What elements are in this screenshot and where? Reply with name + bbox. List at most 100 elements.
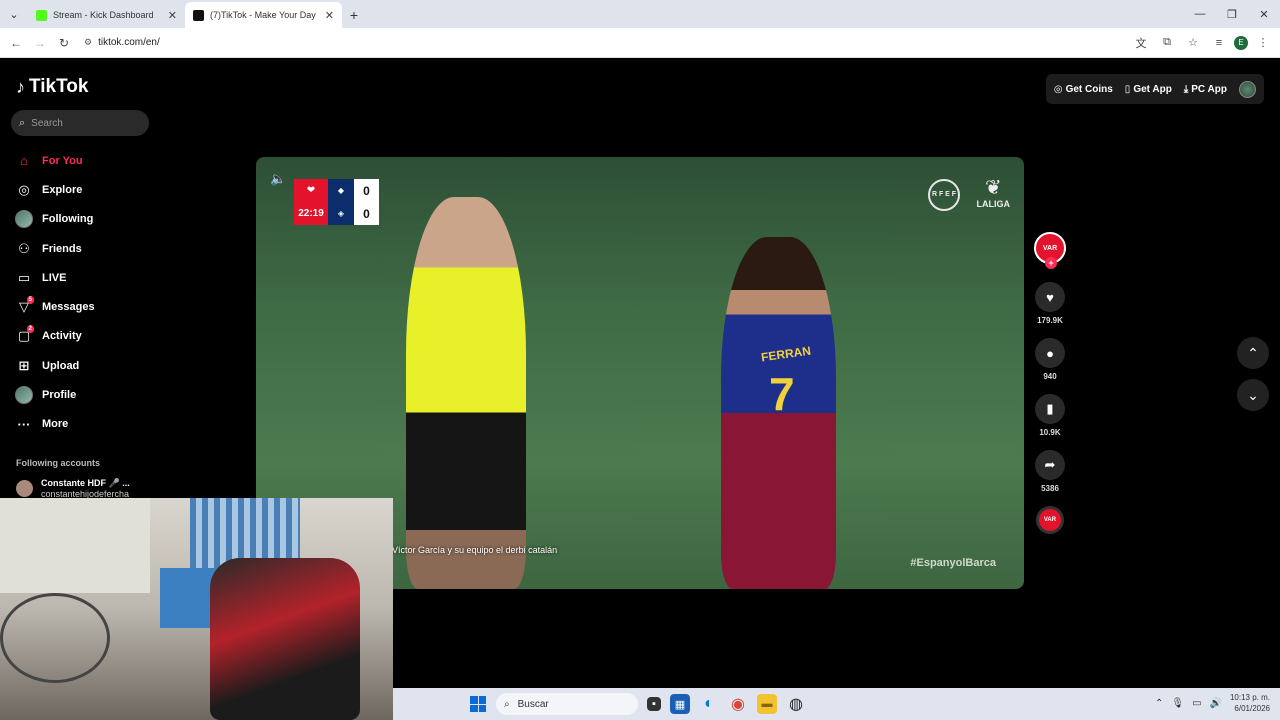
sidebar-item-profile[interactable]: Profile bbox=[14, 380, 154, 409]
comment-count: 940 bbox=[1043, 372, 1057, 381]
heart-icon: ♥ bbox=[1046, 289, 1054, 305]
windows-start-icon[interactable] bbox=[470, 696, 486, 712]
sidebar-item-more[interactable]: ··· More bbox=[14, 410, 154, 439]
sidebar-item-upload[interactable]: ⊞ Upload bbox=[14, 351, 154, 380]
share-button[interactable]: ➦ bbox=[1035, 450, 1065, 480]
chrome-icon[interactable]: ◉ bbox=[728, 694, 748, 714]
creator-avatar[interactable]: VAR + bbox=[1034, 232, 1066, 269]
back-arrow-icon[interactable]: ← bbox=[4, 31, 28, 55]
taskbar-search-label: Buscar bbox=[517, 698, 549, 710]
profile-avatar-small bbox=[15, 386, 33, 405]
home-icon: ⌂ bbox=[20, 153, 28, 169]
new-tab-plus-icon[interactable]: + bbox=[342, 2, 366, 28]
bookmark-icon: ▮ bbox=[1046, 401, 1054, 416]
follow-plus-icon[interactable]: + bbox=[1045, 257, 1057, 269]
scoreboard: ❤ ◆ 0 22:19 ◈ 0 bbox=[294, 179, 379, 225]
close-tab-icon[interactable]: ✕ bbox=[168, 9, 177, 22]
search-box[interactable]: ⌕ bbox=[11, 110, 149, 136]
comment-button[interactable]: ● bbox=[1035, 338, 1065, 368]
friends-icon: ⚇ bbox=[18, 240, 30, 256]
activity-badge: 2 bbox=[26, 325, 34, 334]
sidebar-item-label: For You bbox=[42, 154, 83, 167]
profile-icon bbox=[14, 385, 34, 405]
download-icon: ⤓ bbox=[1183, 83, 1189, 95]
task-view-icon[interactable]: ▪ bbox=[647, 697, 661, 711]
sidebar-item-explore[interactable]: ◎ Explore bbox=[14, 175, 154, 204]
system-tray: ⌃ 🎙 ▭ 🔊 10:13 p. m. 6/01/2026 bbox=[1155, 692, 1270, 714]
sidebar-item-activity[interactable]: ▢ 2 Activity bbox=[14, 322, 154, 351]
clock-time: 10:13 p. m. bbox=[1229, 693, 1270, 702]
file-explorer-icon[interactable]: ▬ bbox=[757, 694, 777, 714]
tab-search-chevron-icon[interactable]: ⌄ bbox=[0, 0, 28, 28]
laliga-badge-icon: ❤ bbox=[294, 179, 328, 202]
sidebar-item-messages[interactable]: ▽ 5 Messages bbox=[14, 292, 154, 321]
account-name: Constante HDF 🎤 ... bbox=[41, 478, 130, 488]
edge-icon[interactable]: ◐ bbox=[699, 694, 719, 714]
sidebar-item-friends[interactable]: ⚇ Friends bbox=[14, 234, 154, 263]
following-account-item[interactable]: Constante HDF 🎤 ... constantehijodeferch… bbox=[16, 478, 130, 499]
like-button[interactable]: ♥ bbox=[1035, 282, 1065, 312]
tiktok-logo[interactable]: ♪ TikTok bbox=[16, 76, 88, 98]
sidebar-item-for-you[interactable]: ⌂ For You bbox=[14, 146, 154, 175]
previous-video-button[interactable]: ⌃ bbox=[1237, 337, 1269, 369]
clock-date: 6/01/2026 bbox=[1234, 704, 1270, 713]
save-button[interactable]: ▮ bbox=[1035, 394, 1065, 424]
avatar-icon bbox=[14, 209, 34, 229]
forward-arrow-icon[interactable]: → bbox=[28, 31, 52, 55]
tiktok-favicon-icon bbox=[193, 9, 204, 21]
laliga-text: LALIGA bbox=[976, 199, 1011, 209]
microphone-icon[interactable]: 🎙 bbox=[1171, 698, 1184, 709]
taskbar-search[interactable]: ⌕ Buscar bbox=[496, 693, 638, 715]
get-coins-button[interactable]: ◎ Get Coins bbox=[1054, 84, 1113, 95]
volume-icon[interactable]: 🔈 bbox=[270, 171, 286, 187]
speaker-icon[interactable]: 🔊 bbox=[1210, 698, 1222, 709]
profile-avatar[interactable]: E bbox=[1234, 35, 1248, 50]
windows-taskbar: ⌕ Buscar ▪ ▦ ◐ ◉ ▬ ◍ ⌃ 🎙 ▭ 🔊 10:13 p. m.… bbox=[393, 688, 1280, 720]
translate-icon[interactable]: 文 bbox=[1130, 32, 1152, 54]
store-icon[interactable]: ▦ bbox=[670, 694, 690, 714]
sidebar-item-following[interactable]: Following bbox=[14, 205, 154, 234]
sidebar-item-live[interactable]: ▭ LIVE bbox=[14, 263, 154, 292]
following-accounts-header: Following accounts bbox=[16, 458, 101, 468]
bookmark-star-icon[interactable]: ☆ bbox=[1182, 32, 1204, 54]
tab-tiktok[interactable]: (7)TikTok - Make Your Day ✕ bbox=[185, 2, 342, 28]
pc-app-label: PC App bbox=[1191, 83, 1227, 95]
system-clock[interactable]: 10:13 p. m. 6/01/2026 bbox=[1230, 692, 1270, 714]
sidebar-item-label: LIVE bbox=[42, 271, 67, 284]
close-window-icon[interactable]: ✕ bbox=[1248, 0, 1280, 28]
pc-app-button[interactable]: ⤓ PC App bbox=[1184, 84, 1227, 95]
site-info-icon[interactable]: ⚙ bbox=[84, 37, 92, 48]
sidebar-item-label: Messages bbox=[42, 301, 95, 314]
close-tab-icon[interactable]: ✕ bbox=[325, 9, 334, 22]
display-icon[interactable]: ▭ bbox=[1192, 698, 1201, 709]
save-count: 10.9K bbox=[1039, 428, 1061, 437]
home-score: 0 bbox=[363, 183, 370, 198]
coin-icon: ◎ bbox=[1053, 83, 1063, 95]
next-video-button[interactable]: ⌄ bbox=[1237, 379, 1269, 411]
referee-figure bbox=[406, 197, 526, 589]
live-icon: ▭ bbox=[17, 269, 31, 285]
search-input[interactable] bbox=[31, 117, 132, 129]
minimize-icon[interactable]: — bbox=[1184, 0, 1216, 28]
tab-title: (7)TikTok - Make Your Day bbox=[210, 10, 316, 20]
tab-kick-dashboard[interactable]: Stream - Kick Dashboard ✕ bbox=[28, 2, 185, 28]
browser-menu-icon[interactable]: ⋮ bbox=[1252, 32, 1274, 54]
player-number-text: 7 bbox=[769, 368, 795, 420]
obs-icon[interactable]: ◍ bbox=[786, 694, 806, 714]
like-count: 179.9K bbox=[1037, 316, 1063, 325]
match-clock: 22:19 bbox=[294, 202, 328, 225]
media-control-icon[interactable]: ≡ bbox=[1208, 32, 1230, 54]
tray-chevron-up-icon[interactable]: ⌃ bbox=[1155, 698, 1163, 709]
window-controls: — ❐ ✕ bbox=[1184, 0, 1280, 28]
install-app-icon[interactable]: ⧉ bbox=[1156, 32, 1178, 54]
webcam-bicycle bbox=[0, 593, 110, 683]
get-app-button[interactable]: ▯ Get App bbox=[1125, 84, 1172, 95]
taskbar-apps: ▪ ▦ ◐ ◉ ▬ ◍ bbox=[647, 694, 806, 714]
music-disc[interactable]: VAR bbox=[1036, 506, 1064, 534]
user-avatar[interactable] bbox=[1239, 80, 1256, 98]
restore-icon[interactable]: ❐ bbox=[1216, 0, 1248, 28]
url-field[interactable]: ⚙ tiktok.com/en/ bbox=[84, 32, 1124, 54]
share-arrow-icon: ➦ bbox=[1044, 457, 1056, 472]
reload-icon[interactable]: ↻ bbox=[52, 31, 76, 55]
address-bar-actions: 文 ⧉ ☆ ≡ E ⋮ bbox=[1130, 32, 1274, 54]
